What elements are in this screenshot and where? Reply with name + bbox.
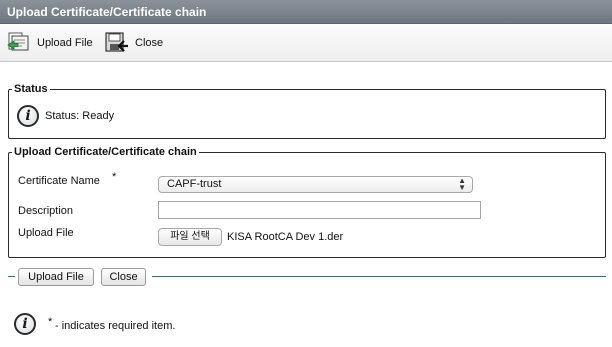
toolbar: Upload File Close [0,24,612,62]
required-asterisk: * [112,171,117,183]
window-title: Upload Certificate/Certificate chain [7,5,207,19]
separator-left [8,276,15,277]
status-legend: Status [14,83,48,95]
toolbar-close-label: Close [135,37,164,49]
toolbar-upload-file-button[interactable]: Upload File [6,30,93,56]
window-title-bar: Upload Certificate/Certificate chain [0,0,612,24]
certificate-name-select[interactable]: CAPF-trust ▲ ▼ [158,176,473,193]
upload-file-label: Upload File [18,227,74,239]
toolbar-upload-file-label: Upload File [37,37,93,49]
certificate-name-selected-value: CAPF-trust [167,178,222,190]
selected-file-name: KISA RootCA Dev 1.der [227,231,344,243]
certificate-name-label: Certificate Name [18,175,100,187]
description-input[interactable] [158,201,481,219]
upload-certificate-legend: Upload Certificate/Certificate chain [14,146,197,158]
separator-right [152,276,606,277]
select-updown-icon: ▲ ▼ [458,176,466,192]
info-icon: i [14,313,36,335]
toolbar-close-button[interactable]: Close [104,30,163,56]
status-message: Status: Ready [45,110,115,122]
required-asterisk: * [48,316,53,328]
choose-file-button[interactable]: 파일 선택 [158,228,222,246]
close-window-icon [104,31,130,55]
upload-file-icon [6,31,32,55]
info-icon: i [17,105,39,127]
description-label: Description [18,205,74,217]
close-button[interactable]: Close [101,268,146,286]
required-note: - indicates required item. [55,320,176,332]
upload-file-button[interactable]: Upload File [18,268,94,286]
